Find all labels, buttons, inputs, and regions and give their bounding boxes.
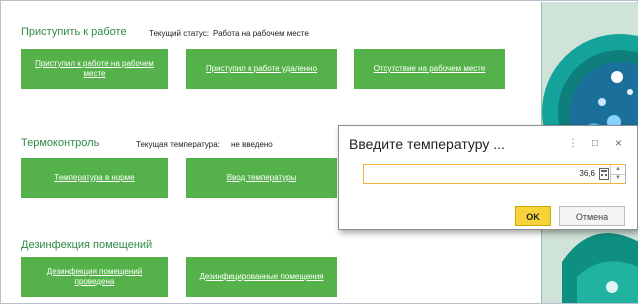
thermo-section-title: Термоконтроль [21, 137, 100, 149]
cancel-button[interactable]: Отмена [559, 206, 625, 226]
close-icon[interactable]: × [615, 136, 622, 150]
disinfection-done-button[interactable]: Дезинфекция помещений проведена [21, 257, 168, 297]
spinner[interactable]: ▲ ▼ [610, 165, 625, 183]
work-section-title: Приступить к работе [21, 26, 127, 38]
ok-button[interactable]: OK [515, 206, 551, 226]
start-remote-button[interactable]: Приступил к работе удаленно [186, 49, 337, 89]
temp-label: Текущая температура: [136, 140, 220, 149]
maximize-icon[interactable]: □ [592, 138, 598, 149]
menu-icon[interactable]: ⋮ [568, 138, 578, 149]
status-label: Текущий статус: [149, 29, 209, 38]
disinfect-section-title: Дезинфекция помещений [21, 239, 153, 251]
temperature-dialog: Введите температуру ... ⋮ □ × 36,6 ▲ ▼ O… [338, 125, 638, 230]
start-office-button[interactable]: Приступил к работе на рабочем месте [21, 49, 168, 89]
temp-normal-button[interactable]: Температура в норме [21, 158, 168, 198]
calculator-icon[interactable] [599, 168, 609, 180]
temperature-value: 36,6 [579, 169, 595, 178]
disinfected-premises-button[interactable]: Дезинфицированные помещения [186, 257, 337, 297]
absent-button[interactable]: Отсутствие на рабочем месте [354, 49, 505, 89]
status-value: Работа на рабочем месте [213, 29, 309, 38]
dialog-title: Введите температуру ... [349, 136, 505, 152]
enter-temp-button[interactable]: Ввод температуры [186, 158, 337, 198]
temperature-input[interactable]: 36,6 ▲ ▼ [363, 164, 626, 184]
spin-down-icon[interactable]: ▼ [611, 174, 625, 183]
temp-value: не введено [231, 140, 273, 149]
main-form: Приступить к работе Текущий статус: Рабо… [0, 0, 638, 304]
